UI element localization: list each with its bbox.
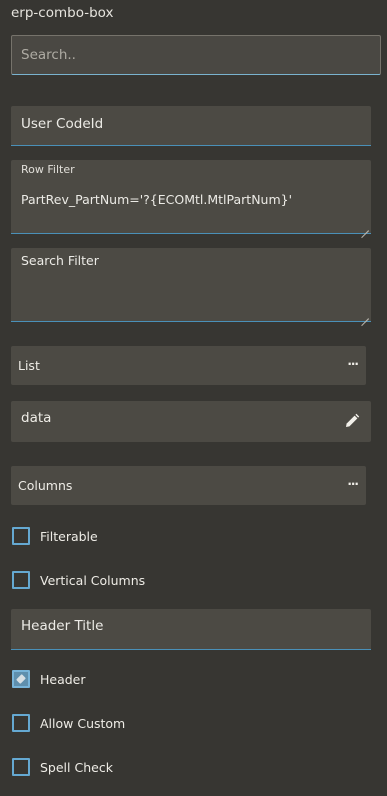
columns-menu-icon[interactable]: ··· <box>347 477 359 491</box>
search-input[interactable]: Search.. <box>11 35 381 75</box>
header-label: Header <box>40 671 86 687</box>
checkbox-box[interactable] <box>12 571 30 589</box>
search-placeholder: Search.. <box>21 47 76 63</box>
checkbox-box[interactable] <box>12 714 30 732</box>
spell-check-checkbox[interactable]: Spell Check <box>12 757 113 777</box>
vertical-columns-checkbox[interactable]: Vertical Columns <box>12 570 145 590</box>
search-filter-label: Search Filter <box>21 253 99 268</box>
resize-grip-icon[interactable] <box>361 223 369 231</box>
allow-custom-checkbox[interactable]: Allow Custom <box>12 713 125 733</box>
columns-section[interactable]: Columns ··· <box>11 466 366 505</box>
row-filter-value: PartRev_PartNum='?{ECOMtl.MtlPartNum}' <box>21 192 293 207</box>
list-section-label: List <box>18 358 40 373</box>
list-data-value: data <box>21 410 52 426</box>
vertical-columns-label: Vertical Columns <box>40 572 146 588</box>
checkbox-box[interactable] <box>12 527 30 545</box>
header-title-field[interactable]: Header Title <box>11 609 371 650</box>
list-menu-icon[interactable]: ··· <box>347 357 359 371</box>
pencil-icon[interactable] <box>344 413 360 429</box>
row-filter-label: Row Filter <box>21 163 75 176</box>
list-section[interactable]: List ··· <box>11 346 366 385</box>
list-data-row[interactable]: data <box>11 401 371 442</box>
spell-check-label: Spell Check <box>40 759 113 775</box>
panel-title: erp-combo-box <box>11 5 114 21</box>
user-code-id-field[interactable]: User CodeId <box>11 106 371 146</box>
user-code-id-label: User CodeId <box>21 116 104 132</box>
resize-grip-icon[interactable] <box>361 311 369 319</box>
columns-section-label: Columns <box>18 478 73 493</box>
checkbox-box-checked[interactable] <box>12 670 30 688</box>
filterable-label: Filterable <box>40 528 98 544</box>
allow-custom-label: Allow Custom <box>40 715 126 731</box>
checkbox-box[interactable] <box>12 758 30 776</box>
search-filter-field[interactable]: Search Filter <box>11 248 371 322</box>
header-checkbox[interactable]: Header <box>12 669 86 689</box>
row-filter-field[interactable]: Row Filter PartRev_PartNum='?{ECOMtl.Mtl… <box>11 160 371 234</box>
header-title-label: Header Title <box>21 618 104 634</box>
filterable-checkbox[interactable]: Filterable <box>12 526 98 546</box>
